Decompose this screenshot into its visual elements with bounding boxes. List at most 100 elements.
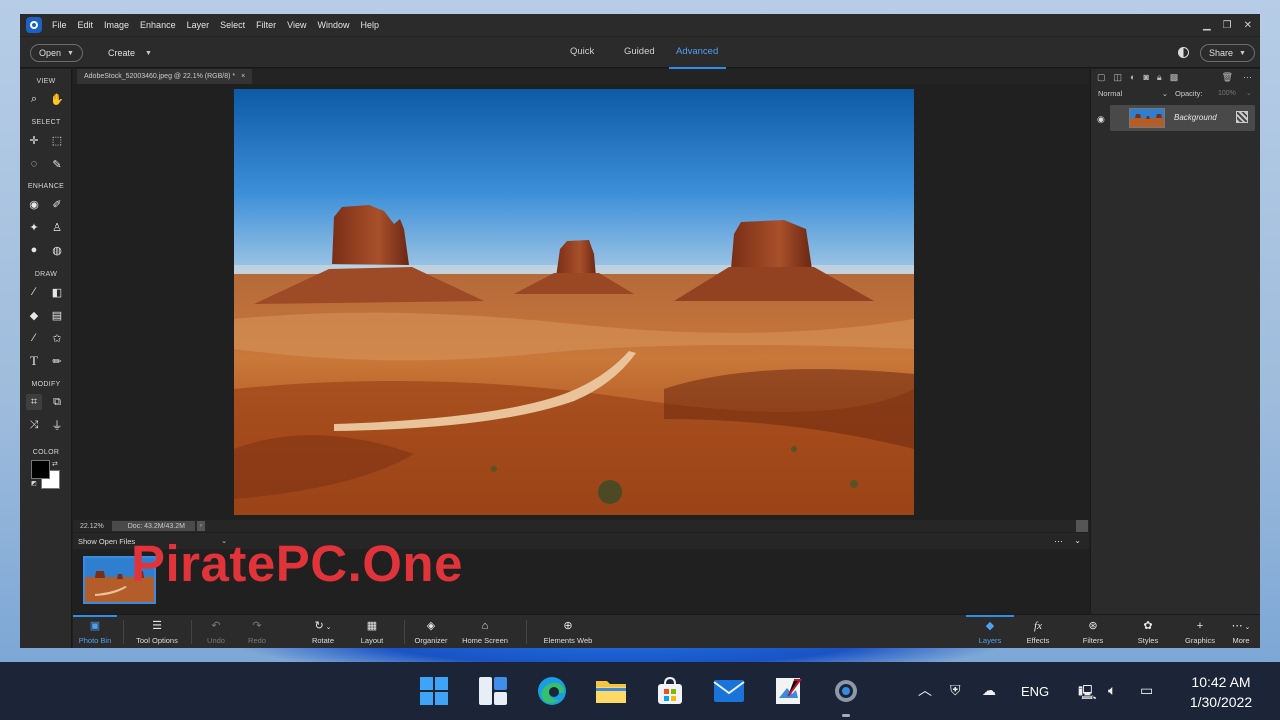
restore-icon[interactable]: ❐ [1223, 20, 1232, 31]
swap-colors-icon[interactable]: ⇄ [52, 460, 58, 468]
graphics-button[interactable]: + Graphics [1180, 615, 1220, 648]
settings-icon[interactable] [830, 675, 862, 707]
menu-edit[interactable]: Edit [78, 20, 94, 30]
menu-view[interactable]: View [287, 20, 306, 30]
doc-size-readout[interactable]: Doc: 43.2M/43.2M [111, 521, 195, 531]
scrollbar-corner[interactable] [1076, 520, 1088, 532]
security-warning-icon[interactable]: ⛨ [950, 682, 961, 699]
menu-select[interactable]: Select [220, 20, 245, 30]
battery-icon[interactable]: ▭ [1140, 682, 1153, 699]
menu-file[interactable]: File [52, 20, 67, 30]
red-eye-tool-icon[interactable]: ◉ [26, 196, 42, 212]
more-button[interactable]: ⋯ ⌄ More [1223, 615, 1259, 648]
widgets-icon[interactable] [477, 675, 509, 707]
reset-colors-icon[interactable]: ◩ [31, 480, 37, 487]
mode-guided[interactable]: Guided [624, 46, 655, 57]
mode-quick[interactable]: Quick [570, 46, 594, 57]
text-tool-icon[interactable]: T [26, 353, 42, 369]
opacity-field[interactable]: 100% [1218, 90, 1236, 97]
effects-button[interactable]: fx Effects [1020, 615, 1056, 648]
gradient-tool-icon[interactable]: ▤ [49, 307, 65, 323]
file-explorer-icon[interactable] [595, 675, 627, 707]
styles-button[interactable]: ✿ Styles [1130, 615, 1166, 648]
hand-tool-icon[interactable]: ✋ [49, 91, 65, 107]
theme-toggle-icon[interactable] [1178, 47, 1189, 58]
content-aware-move-tool-icon[interactable]: ⤨ [26, 417, 42, 433]
layer-mask-icon[interactable]: ◙ [1143, 72, 1148, 84]
lock-transparency-icon[interactable]: ▩ [1170, 72, 1179, 84]
language-indicator[interactable]: ENG [1021, 684, 1049, 699]
new-layer-icon[interactable]: ▢ [1097, 72, 1106, 84]
home-screen-button[interactable]: ⌂ Home Screen [458, 615, 512, 648]
eyedropper-tool-icon[interactable]: ⁄ [26, 330, 42, 346]
blur-tool-icon[interactable]: ● [26, 242, 42, 258]
menu-filter[interactable]: Filter [256, 20, 276, 30]
photo-bin-button[interactable]: ▣ Photo Bin [73, 615, 117, 648]
blend-mode-select[interactable]: Normal ⌄ [1098, 89, 1168, 98]
adjustment-layer-icon[interactable]: ◐ [1130, 72, 1135, 84]
pencil-tool-icon[interactable]: ✏ [49, 353, 65, 369]
organizer-button[interactable]: ◈ Organizer [411, 615, 451, 648]
move-tool-icon[interactable]: ✛ [26, 132, 42, 148]
brush-tool-icon[interactable]: ∕ [26, 284, 42, 300]
spot-healing-tool-icon[interactable]: ✐ [49, 196, 65, 212]
new-group-icon[interactable]: ◫ [1114, 72, 1123, 84]
create-button[interactable]: Create ▼ [108, 44, 152, 62]
volume-icon[interactable]: 🔈︎ [1108, 682, 1116, 699]
store-icon[interactable] [654, 675, 686, 707]
menu-help[interactable]: Help [360, 20, 379, 30]
menu-window[interactable]: Window [317, 20, 349, 30]
chevron-down-icon[interactable]: ⌄ [1074, 536, 1081, 545]
mode-advanced[interactable]: Advanced [676, 46, 718, 57]
start-icon[interactable] [418, 675, 450, 707]
crop-tool-icon[interactable]: ⌗ [26, 394, 42, 410]
menu-layer[interactable]: Layer [187, 20, 210, 30]
visibility-eye-icon[interactable]: ◉ [1097, 114, 1105, 125]
menu-image[interactable]: Image [104, 20, 129, 30]
tool-options-button[interactable]: ☰ Tool Options [129, 615, 185, 648]
marquee-tool-icon[interactable]: ⬚ [49, 132, 65, 148]
share-button[interactable]: Share ▼ [1200, 44, 1255, 62]
panel-menu-icon[interactable]: ⋯ [1243, 72, 1252, 83]
layout-button[interactable]: ▦ Layout [354, 615, 390, 648]
layers-button[interactable]: ◆ Layers [966, 615, 1014, 648]
filters-button[interactable]: ⊛ Filters [1073, 615, 1113, 648]
network-icon[interactable]: 🖳︎ [1078, 682, 1097, 706]
smart-brush-tool-icon[interactable]: ✦ [26, 219, 42, 235]
zoom-tool-icon[interactable]: ⌕ [26, 91, 42, 107]
foreground-color-swatch[interactable] [31, 460, 50, 479]
onedrive-icon[interactable]: ☁ [982, 682, 996, 699]
layer-row-background[interactable]: Background [1110, 105, 1255, 131]
chevron-up-icon[interactable]: ︿ [918, 680, 932, 700]
minimize-icon[interactable]: ▁ [1203, 20, 1211, 31]
lasso-tool-icon[interactable]: ◌ [26, 156, 42, 172]
clock[interactable]: 10:42 AM 1/30/2022 [1176, 672, 1266, 712]
chevron-down-icon[interactable]: ⌄ [1246, 89, 1252, 97]
edge-icon[interactable] [536, 675, 568, 707]
eraser-tool-icon[interactable]: ◧ [49, 284, 65, 300]
paint-bucket-tool-icon[interactable]: ◆ [26, 307, 42, 323]
trash-icon[interactable]: 🗑︎ [1222, 72, 1233, 83]
custom-shape-tool-icon[interactable]: ✩ [49, 330, 65, 346]
mail-icon[interactable] [713, 675, 745, 707]
elements-web-button[interactable]: ⊕ Elements Web [538, 615, 598, 648]
clone-stamp-tool-icon[interactable]: ♙ [49, 219, 65, 235]
undo-button[interactable]: ↶ Undo [199, 615, 233, 648]
redo-button[interactable]: ↷ Redo [240, 615, 274, 648]
photo-editor-icon[interactable] [772, 675, 804, 707]
sponge-tool-icon[interactable]: ◍ [49, 242, 65, 258]
straighten-tool-icon[interactable]: ⏚ [49, 417, 65, 433]
document-tab[interactable]: AdobeStock_52003460.jpeg @ 22.1% (RGB/8)… [77, 69, 253, 84]
menu-enhance[interactable]: Enhance [140, 20, 176, 30]
lock-icon[interactable]: 🔒︎ [1157, 72, 1162, 84]
quick-selection-tool-icon[interactable]: ✎ [49, 156, 65, 172]
rotate-button[interactable]: ↻ ⌄ Rotate [303, 615, 343, 648]
close-icon[interactable]: ✕ [1244, 20, 1252, 31]
status-menu-icon[interactable]: › [196, 521, 205, 531]
close-tab-icon[interactable]: × [241, 73, 245, 80]
show-open-files-select[interactable]: Show Open Files [78, 537, 135, 546]
document-image[interactable] [234, 89, 914, 515]
bin-menu-icon[interactable]: ⋯ [1054, 536, 1063, 547]
recompose-tool-icon[interactable]: ⧉ [49, 394, 65, 410]
open-button[interactable]: Open ▼ [30, 44, 83, 62]
